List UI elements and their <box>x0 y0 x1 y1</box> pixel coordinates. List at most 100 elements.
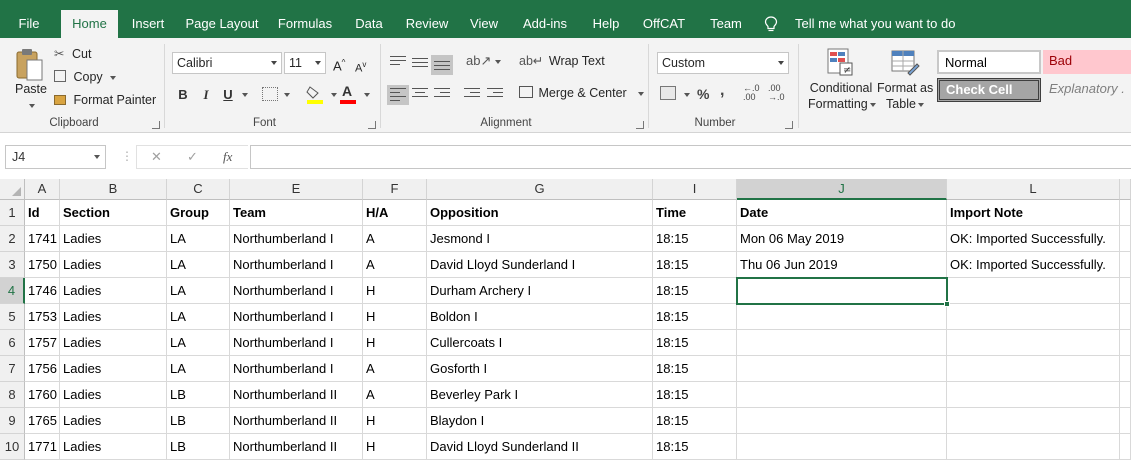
tab-add-ins[interactable]: Add-ins <box>517 10 573 38</box>
table-cell[interactable]: Ladies <box>60 252 167 278</box>
table-cell[interactable] <box>737 434 947 460</box>
table-cell[interactable] <box>1120 356 1131 382</box>
decrease-indent-icon[interactable] <box>464 88 480 102</box>
column-header-a[interactable]: A <box>25 179 60 200</box>
table-cell[interactable]: Ladies <box>60 304 167 330</box>
fill-dropdown-icon[interactable] <box>331 93 337 97</box>
table-cell[interactable]: Blaydon I <box>427 408 653 434</box>
active-cell-cursor[interactable] <box>736 277 948 305</box>
grow-font-button[interactable]: A^ <box>333 54 345 75</box>
tab-page-layout[interactable]: Page Layout <box>182 10 262 38</box>
tab-file[interactable]: File <box>6 10 52 38</box>
font-name-select[interactable]: Calibri <box>172 52 282 74</box>
table-cell[interactable]: OK: Imported Successfully. <box>947 226 1120 252</box>
table-cell[interactable]: Mon 06 May 2019 <box>737 226 947 252</box>
table-cell[interactable]: 18:15 <box>653 408 737 434</box>
row-header-5[interactable]: 5 <box>0 304 25 330</box>
table-cell[interactable] <box>1120 330 1131 356</box>
row-header-4[interactable]: 4 <box>0 278 25 304</box>
bold-button[interactable]: B <box>175 85 191 105</box>
table-cell[interactable]: LA <box>167 304 230 330</box>
table-cell[interactable] <box>947 356 1120 382</box>
column-title-cell[interactable]: Section <box>60 200 167 226</box>
table-cell[interactable] <box>947 382 1120 408</box>
table-cell[interactable]: LA <box>167 252 230 278</box>
table-cell[interactable]: LB <box>167 434 230 460</box>
table-cell[interactable]: 1756 <box>25 356 60 382</box>
select-all-button[interactable] <box>0 179 25 200</box>
table-cell[interactable]: 1753 <box>25 304 60 330</box>
percent-button[interactable]: % <box>697 85 709 103</box>
table-cell[interactable] <box>947 278 1120 304</box>
table-cell[interactable]: 1757 <box>25 330 60 356</box>
table-cell[interactable] <box>1120 434 1131 460</box>
table-cell[interactable]: H <box>363 304 427 330</box>
middle-align-icon[interactable] <box>412 58 428 72</box>
table-cell[interactable]: LB <box>167 408 230 434</box>
currency-icon[interactable] <box>660 86 676 100</box>
table-cell[interactable]: A <box>363 252 427 278</box>
table-cell[interactable]: H <box>363 330 427 356</box>
table-cell[interactable]: 18:15 <box>653 382 737 408</box>
tab-formulas[interactable]: Formulas <box>274 10 336 38</box>
table-cell[interactable]: Northumberland I <box>230 356 363 382</box>
column-header-f[interactable]: F <box>363 179 427 200</box>
decrease-decimal-button[interactable]: .00 →.0 <box>768 84 785 102</box>
column-title-cell[interactable]: Time <box>653 200 737 226</box>
borders-icon[interactable] <box>262 87 278 101</box>
table-cell[interactable] <box>737 408 947 434</box>
style-normal[interactable]: Normal <box>937 50 1041 74</box>
style-bad[interactable]: Bad <box>1043 50 1131 74</box>
tab-review[interactable]: Review <box>401 10 453 38</box>
table-cell[interactable]: A <box>363 382 427 408</box>
table-cell[interactable]: Northumberland II <box>230 434 363 460</box>
table-cell[interactable]: Ladies <box>60 356 167 382</box>
italic-button[interactable]: I <box>198 85 214 105</box>
paste-dropdown-icon[interactable] <box>29 104 35 108</box>
underline-button[interactable]: U <box>220 85 236 105</box>
table-cell[interactable] <box>947 304 1120 330</box>
table-cell[interactable] <box>1120 304 1131 330</box>
table-cell[interactable]: Ladies <box>60 226 167 252</box>
merge-dropdown-icon[interactable] <box>638 91 645 96</box>
underline-dropdown-icon[interactable] <box>242 93 248 97</box>
merge-center-button[interactable]: Merge & Center <box>519 84 645 102</box>
table-cell[interactable]: 1750 <box>25 252 60 278</box>
table-cell[interactable]: Ladies <box>60 434 167 460</box>
tab-data[interactable]: Data <box>349 10 389 38</box>
enter-icon[interactable]: ✓ <box>187 149 198 165</box>
formula-input[interactable] <box>250 145 1131 169</box>
number-launcher-icon[interactable] <box>785 121 793 129</box>
tab-offcat[interactable]: OffCAT <box>638 10 690 38</box>
font-color-dropdown-icon[interactable] <box>364 93 370 97</box>
table-cell[interactable]: Northumberland I <box>230 304 363 330</box>
currency-dropdown-icon[interactable] <box>684 93 690 97</box>
worksheet-grid[interactable]: A B C E F G I J L 1 Id Section Group Team H/A Oppositio… <box>0 179 1131 470</box>
row-header-8[interactable]: 8 <box>0 382 25 408</box>
tab-help[interactable]: Help <box>586 10 626 38</box>
table-cell[interactable]: Gosforth I <box>427 356 653 382</box>
column-header-j[interactable]: J <box>737 179 947 200</box>
table-cell[interactable] <box>947 434 1120 460</box>
row-header-10[interactable]: 10 <box>0 434 25 460</box>
table-cell[interactable]: Ladies <box>60 278 167 304</box>
bottom-align-icon[interactable] <box>431 55 453 75</box>
column-header-l[interactable]: L <box>947 179 1120 200</box>
shrink-font-button[interactable]: Av <box>355 56 366 78</box>
comma-button[interactable]: , <box>720 82 724 100</box>
table-cell[interactable]: 1760 <box>25 382 60 408</box>
copy-dropdown-icon[interactable] <box>110 75 117 80</box>
table-cell[interactable]: LA <box>167 226 230 252</box>
table-cell[interactable]: Northumberland II <box>230 408 363 434</box>
table-cell[interactable]: H <box>363 408 427 434</box>
copy-button[interactable]: Copy <box>54 68 117 86</box>
table-cell[interactable]: LA <box>167 278 230 304</box>
format-painter-button[interactable]: Format Painter <box>54 91 156 109</box>
table-cell[interactable]: LA <box>167 330 230 356</box>
column-header-e[interactable]: E <box>230 179 363 200</box>
cut-button[interactable]: ✂ Cut <box>54 45 91 63</box>
table-cell[interactable] <box>737 330 947 356</box>
table-cell[interactable] <box>1120 382 1131 408</box>
table-cell[interactable] <box>737 382 947 408</box>
column-header-i[interactable]: I <box>653 179 737 200</box>
